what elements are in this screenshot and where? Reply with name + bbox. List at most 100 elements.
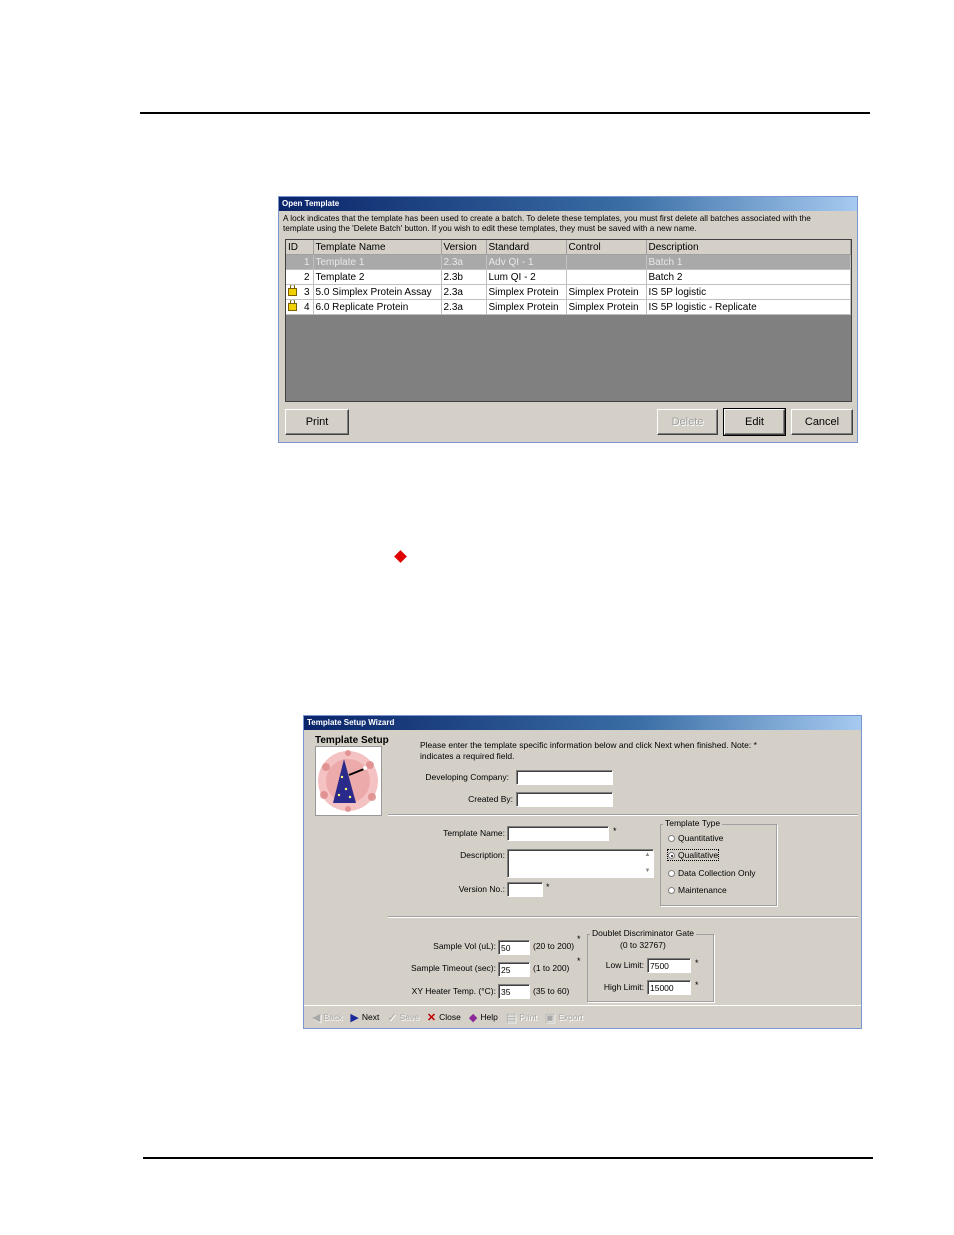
created-by-field[interactable] (516, 792, 613, 807)
row-id-cell: 4 (286, 299, 314, 315)
required-mark: * (695, 980, 699, 990)
lock-note-line2: template using the 'Delete Batch' button… (283, 224, 697, 233)
column-header-control[interactable]: Control (566, 240, 647, 255)
description-field[interactable]: ▲ ▼ (507, 849, 654, 878)
print-button[interactable]: Print (285, 409, 349, 435)
instructions: Please enter the template specific infor… (420, 740, 757, 762)
row-description: IS 5P logistic (646, 284, 851, 300)
separator (388, 814, 858, 816)
required-mark: * (577, 934, 581, 944)
doublet-gate-range: (0 to 32767) (620, 940, 666, 950)
template-name-field[interactable] (507, 826, 609, 841)
row-id: 2 (286, 269, 314, 285)
help-book-icon: ◆ (468, 1011, 478, 1024)
save-button[interactable]: ✓ Save (387, 1011, 419, 1024)
column-header-standard[interactable]: Standard (486, 240, 567, 255)
row-version: 2.3b (441, 269, 487, 285)
bullet-diamond-icon (394, 550, 407, 563)
column-header-version[interactable]: Version (441, 240, 487, 255)
back-arrow-icon: ◀ (312, 1011, 321, 1024)
template-name-label: Template Name: (443, 828, 505, 838)
sample-timeout-field[interactable]: 25 (498, 962, 530, 977)
row-control (566, 269, 647, 285)
checkmark-icon: ✓ (387, 1011, 397, 1024)
sample-timeout-label: Sample Timeout (sec): (410, 963, 496, 973)
cancel-button[interactable]: Cancel (791, 409, 853, 435)
close-button[interactable]: ✕ Close (427, 1011, 461, 1024)
lock-note: A lock indicates that the template has b… (279, 211, 857, 235)
row-standard: Simplex Protein (486, 299, 567, 315)
low-limit-label: Low Limit: (605, 960, 644, 970)
sample-vol-field[interactable]: 50 (498, 940, 530, 955)
column-header-description[interactable]: Description (646, 240, 851, 255)
sample-vol-label: Sample Vol (uL): (433, 941, 496, 951)
radio-data-collection-only[interactable]: Data Collection Only (668, 868, 755, 878)
next-button[interactable]: ▶ Next (350, 1011, 379, 1024)
heater-temp-range: (35 to 60) (533, 986, 570, 996)
export-label: Export (558, 1012, 583, 1022)
back-button[interactable]: ◀ Back (312, 1011, 342, 1024)
table-header-row: ID Template Name Version Standard Contro… (286, 240, 851, 255)
template-grid[interactable]: ID Template Name Version Standard Contro… (285, 239, 852, 402)
export-button[interactable]: ▣ Export (545, 1011, 583, 1024)
separator (388, 916, 858, 918)
required-mark: * (695, 958, 699, 968)
doublet-gate-title: Doublet Discriminator Gate (590, 928, 697, 938)
lock-note-line1: A lock indicates that the template has b… (283, 214, 811, 223)
table-row[interactable]: 1 Template 1 2.3a Adv QI - 1 Batch 1 (286, 254, 851, 270)
radio-label: Maintenance (678, 885, 727, 895)
table-row[interactable]: 4 6.0 Replicate Protein 2.3a Simplex Pro… (286, 299, 851, 315)
row-standard: Lum QI - 2 (486, 269, 567, 285)
help-button[interactable]: ◆ Help (469, 1011, 498, 1024)
wizard-title: Template Setup Wizard (304, 716, 861, 730)
table-row[interactable]: 2 Template 2 2.3b Lum QI - 2 Batch 2 (286, 269, 851, 285)
column-header-id[interactable]: ID (286, 240, 314, 255)
developing-company-label: Developing Company: (425, 772, 509, 782)
sample-timeout-range: (1 to 200) (533, 963, 570, 973)
radio-label: Data Collection Only (678, 868, 756, 878)
version-field[interactable] (507, 882, 543, 897)
developing-company-field[interactable] (516, 770, 613, 785)
created-by-label: Created By: (468, 794, 513, 804)
row-version: 2.3a (441, 284, 487, 300)
heater-temp-label: XY Heater Temp. (°C): (411, 986, 496, 996)
close-x-icon: ✕ (426, 1011, 437, 1024)
delete-button[interactable]: Delete (657, 409, 718, 435)
row-standard: Simplex Protein (486, 284, 567, 300)
radio-qualitative[interactable]: Qualitative (666, 849, 720, 861)
column-header-template-name[interactable]: Template Name (313, 240, 442, 255)
edit-button[interactable]: Edit (723, 408, 786, 436)
high-limit-field[interactable]: 15000 (647, 980, 691, 995)
back-label: Back (323, 1012, 343, 1022)
next-arrow-icon: ▶ (350, 1011, 359, 1024)
description-label: Description: (460, 850, 505, 860)
print-toolbar-button[interactable]: ▤ Print (506, 1011, 537, 1024)
required-mark: * (546, 882, 550, 892)
row-id-cell: 3 (286, 284, 314, 300)
version-label: Version No.: (458, 884, 505, 894)
radio-maintenance[interactable]: Maintenance (668, 885, 727, 895)
heater-temp-field[interactable]: 35 (498, 984, 530, 999)
table-row[interactable]: 3 5.0 Simplex Protein Assay 2.3a Simplex… (286, 284, 851, 300)
help-label: Help (480, 1012, 498, 1022)
scroll-down-icon[interactable]: ▼ (643, 867, 652, 876)
radio-button-icon (668, 870, 675, 878)
instructions-line2: indicates a required field. (420, 751, 515, 761)
row-id: 4 (303, 301, 310, 313)
close-label: Close (439, 1012, 461, 1022)
scroll-up-icon[interactable]: ▲ (643, 851, 652, 860)
template-type-title: Template Type (663, 818, 723, 828)
radio-quantitative[interactable]: Quantitative (668, 833, 723, 843)
lock-icon (288, 299, 297, 311)
sample-vol-range: (20 to 200) (533, 941, 575, 951)
radio-label: Qualitative (678, 850, 719, 860)
row-control: Simplex Protein (566, 299, 647, 315)
low-limit-field[interactable]: 7500 (647, 958, 691, 973)
save-label: Save (399, 1012, 419, 1022)
row-control (566, 254, 647, 270)
lock-icon (288, 284, 297, 296)
radio-label: Quantitative (678, 833, 724, 843)
footer-rule (143, 1157, 873, 1159)
row-description: IS 5P logistic - Replicate (646, 299, 851, 315)
radio-button-icon (668, 887, 675, 895)
